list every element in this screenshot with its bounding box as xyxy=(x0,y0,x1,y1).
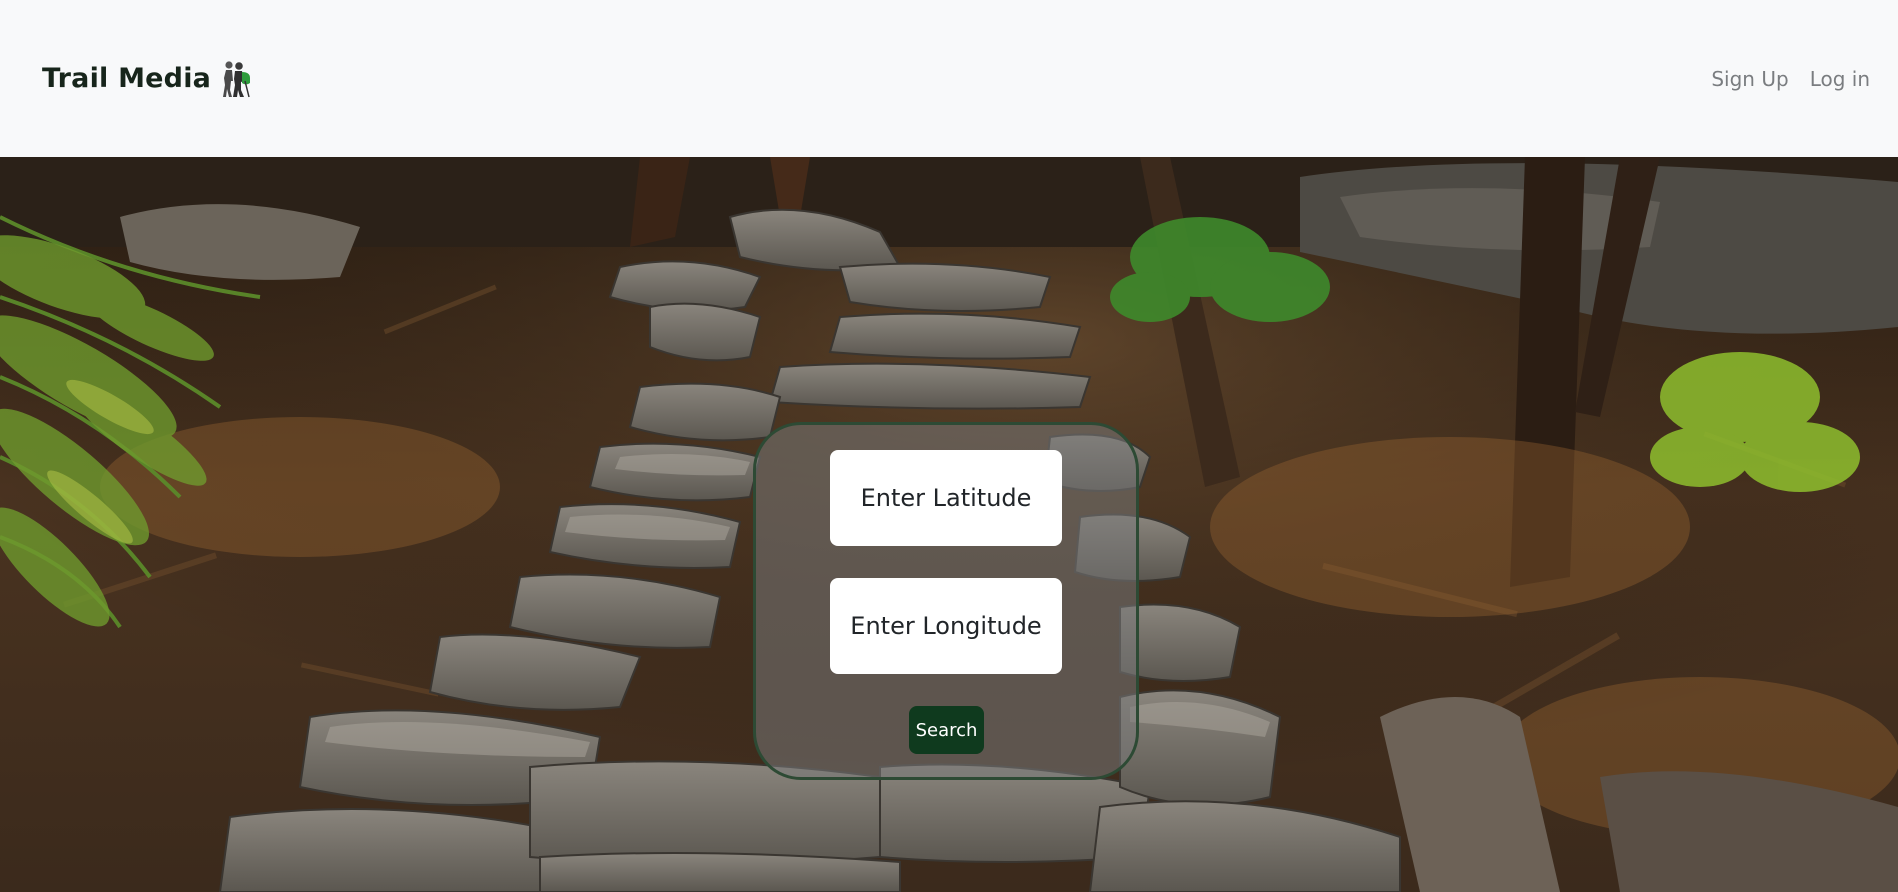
brand-name: Trail Media xyxy=(42,63,212,94)
longitude-input[interactable] xyxy=(830,578,1062,674)
navbar: Trail Media Sign Up Log in xyxy=(0,0,1898,157)
hikers-icon xyxy=(223,60,251,97)
search-button[interactable]: Search xyxy=(909,706,984,754)
brand-link[interactable]: Trail Media xyxy=(42,59,253,99)
login-link[interactable]: Log in xyxy=(1810,67,1870,91)
signup-link[interactable]: Sign Up xyxy=(1711,67,1788,91)
latitude-input[interactable] xyxy=(830,450,1062,546)
nav-links: Sign Up Log in xyxy=(1711,67,1870,91)
